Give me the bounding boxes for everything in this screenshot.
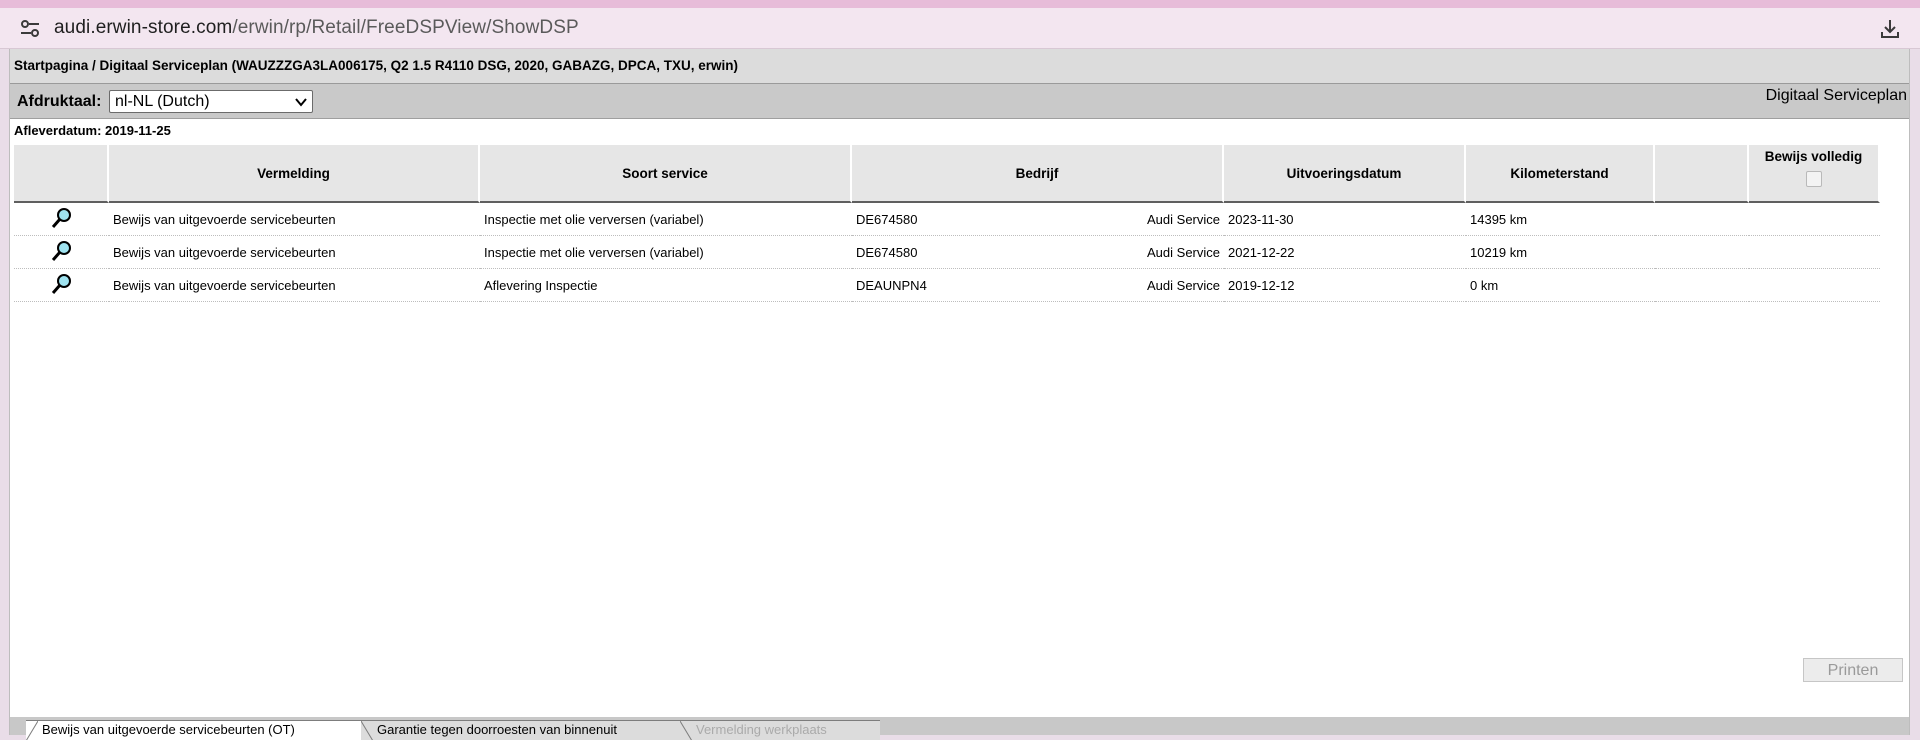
service-type-cell: Inspectie met olie verversen (variabel) xyxy=(480,236,852,269)
entry-cell: Bewijs van uitgevoerde servicebeurten xyxy=(109,236,480,269)
company-cell: DE674580 Audi Service xyxy=(852,236,1224,269)
delivery-date-value: 2019-11-25 xyxy=(105,123,171,138)
service-table: Vermelding Soort service Bedrijf Uitvoer… xyxy=(14,145,1880,302)
service-type-cell: Inspectie met olie verversen (variabel) xyxy=(480,203,852,236)
url-host: audi.erwin-store.com xyxy=(54,17,233,38)
company-code: DE674580 xyxy=(856,245,918,260)
proof-complete-checkbox[interactable] xyxy=(1805,171,1822,187)
tab-left-edge xyxy=(361,721,373,740)
tab-left-edge xyxy=(680,721,692,740)
delivery-date: Afleverdatum: 2019-11-25 xyxy=(14,123,171,138)
entry-cell: Bewijs van uitgevoerde servicebeurten xyxy=(109,203,480,236)
header-mileage: Kilometerstand xyxy=(1466,145,1655,203)
tab-proof-of-service[interactable]: Bewijs van uitgevoerde servicebeurten (O… xyxy=(26,720,362,740)
language-select-value: nl-NL (Dutch) xyxy=(115,93,210,110)
table-row: Bewijs van uitgevoerde servicebeurten In… xyxy=(14,236,1880,269)
extra-cell xyxy=(1655,269,1749,302)
magnifier-icon[interactable] xyxy=(50,206,74,230)
service-type-cell: Aflevering Inspectie xyxy=(480,269,852,302)
header-service-type: Soort service xyxy=(480,145,852,203)
url-text[interactable]: audi.erwin-store.com/erwin/rp/Retail/Fre… xyxy=(54,17,579,39)
app-title: Digitaal Serviceplan xyxy=(1765,87,1907,104)
print-button[interactable]: Printen xyxy=(1803,658,1903,682)
language-label: Afdruktaal: xyxy=(17,93,102,110)
toolbar: Afdruktaal: nl-NL (Dutch) Digitaal Servi… xyxy=(10,84,1909,119)
company-name: Audi Service xyxy=(1147,212,1220,227)
language-select[interactable]: nl-NL (Dutch) xyxy=(109,90,313,113)
browser-top-strip xyxy=(0,0,1920,8)
view-details-cell[interactable] xyxy=(14,203,109,236)
proof-cell xyxy=(1749,236,1880,269)
chevron-down-icon xyxy=(295,98,307,107)
mileage-cell: 10219 km xyxy=(1466,236,1655,269)
company-code: DEAUNPN4 xyxy=(856,278,927,293)
url-path: /erwin/rp/Retail/FreeDSPView/ShowDSP xyxy=(232,17,579,38)
date-cell: 2021-12-22 xyxy=(1224,236,1466,269)
app-window: Startpagina / Digitaal Serviceplan (WAUZ… xyxy=(9,49,1910,740)
magnifier-icon[interactable] xyxy=(50,272,74,296)
header-proof-complete: Bewijs volledig xyxy=(1749,145,1880,203)
breadcrumb[interactable]: Startpagina / Digitaal Serviceplan (WAUZ… xyxy=(10,49,1909,84)
header-extra xyxy=(1655,145,1749,203)
view-details-cell[interactable] xyxy=(14,236,109,269)
address-bar[interactable]: audi.erwin-store.com/erwin/rp/Retail/Fre… xyxy=(0,8,1920,49)
delivery-date-label: Afleverdatum: xyxy=(14,123,102,138)
download-icon[interactable] xyxy=(1878,17,1902,41)
date-cell: 2019-12-12 xyxy=(1224,269,1466,302)
extra-cell xyxy=(1655,236,1749,269)
tab-left-edge xyxy=(26,721,38,740)
tab-rust-warranty[interactable]: Garantie tegen doorroesten van binnenuit xyxy=(361,720,681,740)
company-name: Audi Service xyxy=(1147,245,1220,260)
view-details-cell[interactable] xyxy=(14,269,109,302)
tab-bar: Bewijs van uitgevoerde servicebeurten (O… xyxy=(10,717,1909,740)
entry-cell: Bewijs van uitgevoerde servicebeurten xyxy=(109,269,480,302)
proof-cell xyxy=(1749,269,1880,302)
date-cell: 2023-11-30 xyxy=(1224,203,1466,236)
table-row: Bewijs van uitgevoerde servicebeurten In… xyxy=(14,203,1880,236)
table-row: Bewijs van uitgevoerde servicebeurten Af… xyxy=(14,269,1880,302)
proof-cell xyxy=(1749,203,1880,236)
table-header-row: Vermelding Soort service Bedrijf Uitvoer… xyxy=(14,145,1880,203)
header-company: Bedrijf xyxy=(852,145,1224,203)
mileage-cell: 0 km xyxy=(1466,269,1655,302)
site-settings-icon[interactable] xyxy=(18,18,42,40)
header-date: Uitvoeringsdatum xyxy=(1224,145,1466,203)
company-code: DE674580 xyxy=(856,212,918,227)
mileage-cell: 14395 km xyxy=(1466,203,1655,236)
tab-workshop-entry[interactable]: Vermelding werkplaats xyxy=(680,720,880,740)
header-proof-complete-label: Bewijs volledig xyxy=(1764,149,1863,164)
extra-cell xyxy=(1655,203,1749,236)
header-icon-column xyxy=(14,145,109,203)
magnifier-icon[interactable] xyxy=(50,239,74,263)
company-cell: DEAUNPN4 Audi Service xyxy=(852,269,1224,302)
header-entry: Vermelding xyxy=(109,145,480,203)
company-cell: DE674580 Audi Service xyxy=(852,203,1224,236)
company-name: Audi Service xyxy=(1147,278,1220,293)
